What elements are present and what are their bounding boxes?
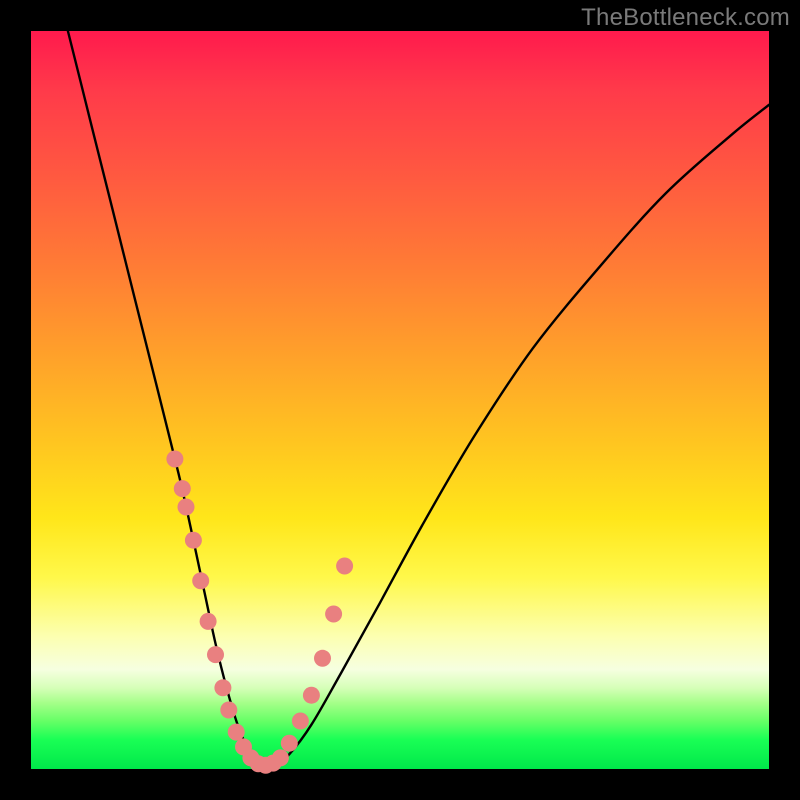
- chart-overlay: [31, 31, 769, 769]
- data-marker: [325, 606, 342, 623]
- data-marker: [192, 572, 209, 589]
- marker-group: [166, 451, 353, 774]
- data-marker: [228, 724, 245, 741]
- data-marker: [166, 451, 183, 468]
- data-marker: [292, 713, 309, 730]
- bottleneck-curve: [68, 31, 769, 767]
- data-marker: [303, 687, 320, 704]
- watermark-text: TheBottleneck.com: [581, 4, 790, 32]
- data-marker: [336, 558, 353, 575]
- data-marker: [200, 613, 217, 630]
- data-marker: [272, 749, 289, 766]
- data-marker: [214, 679, 231, 696]
- data-marker: [207, 646, 224, 663]
- data-marker: [174, 480, 191, 497]
- data-marker: [178, 499, 195, 516]
- data-marker: [220, 702, 237, 719]
- data-marker: [281, 735, 298, 752]
- chart-frame: TheBottleneck.com: [0, 0, 800, 800]
- data-marker: [314, 650, 331, 667]
- data-marker: [185, 532, 202, 549]
